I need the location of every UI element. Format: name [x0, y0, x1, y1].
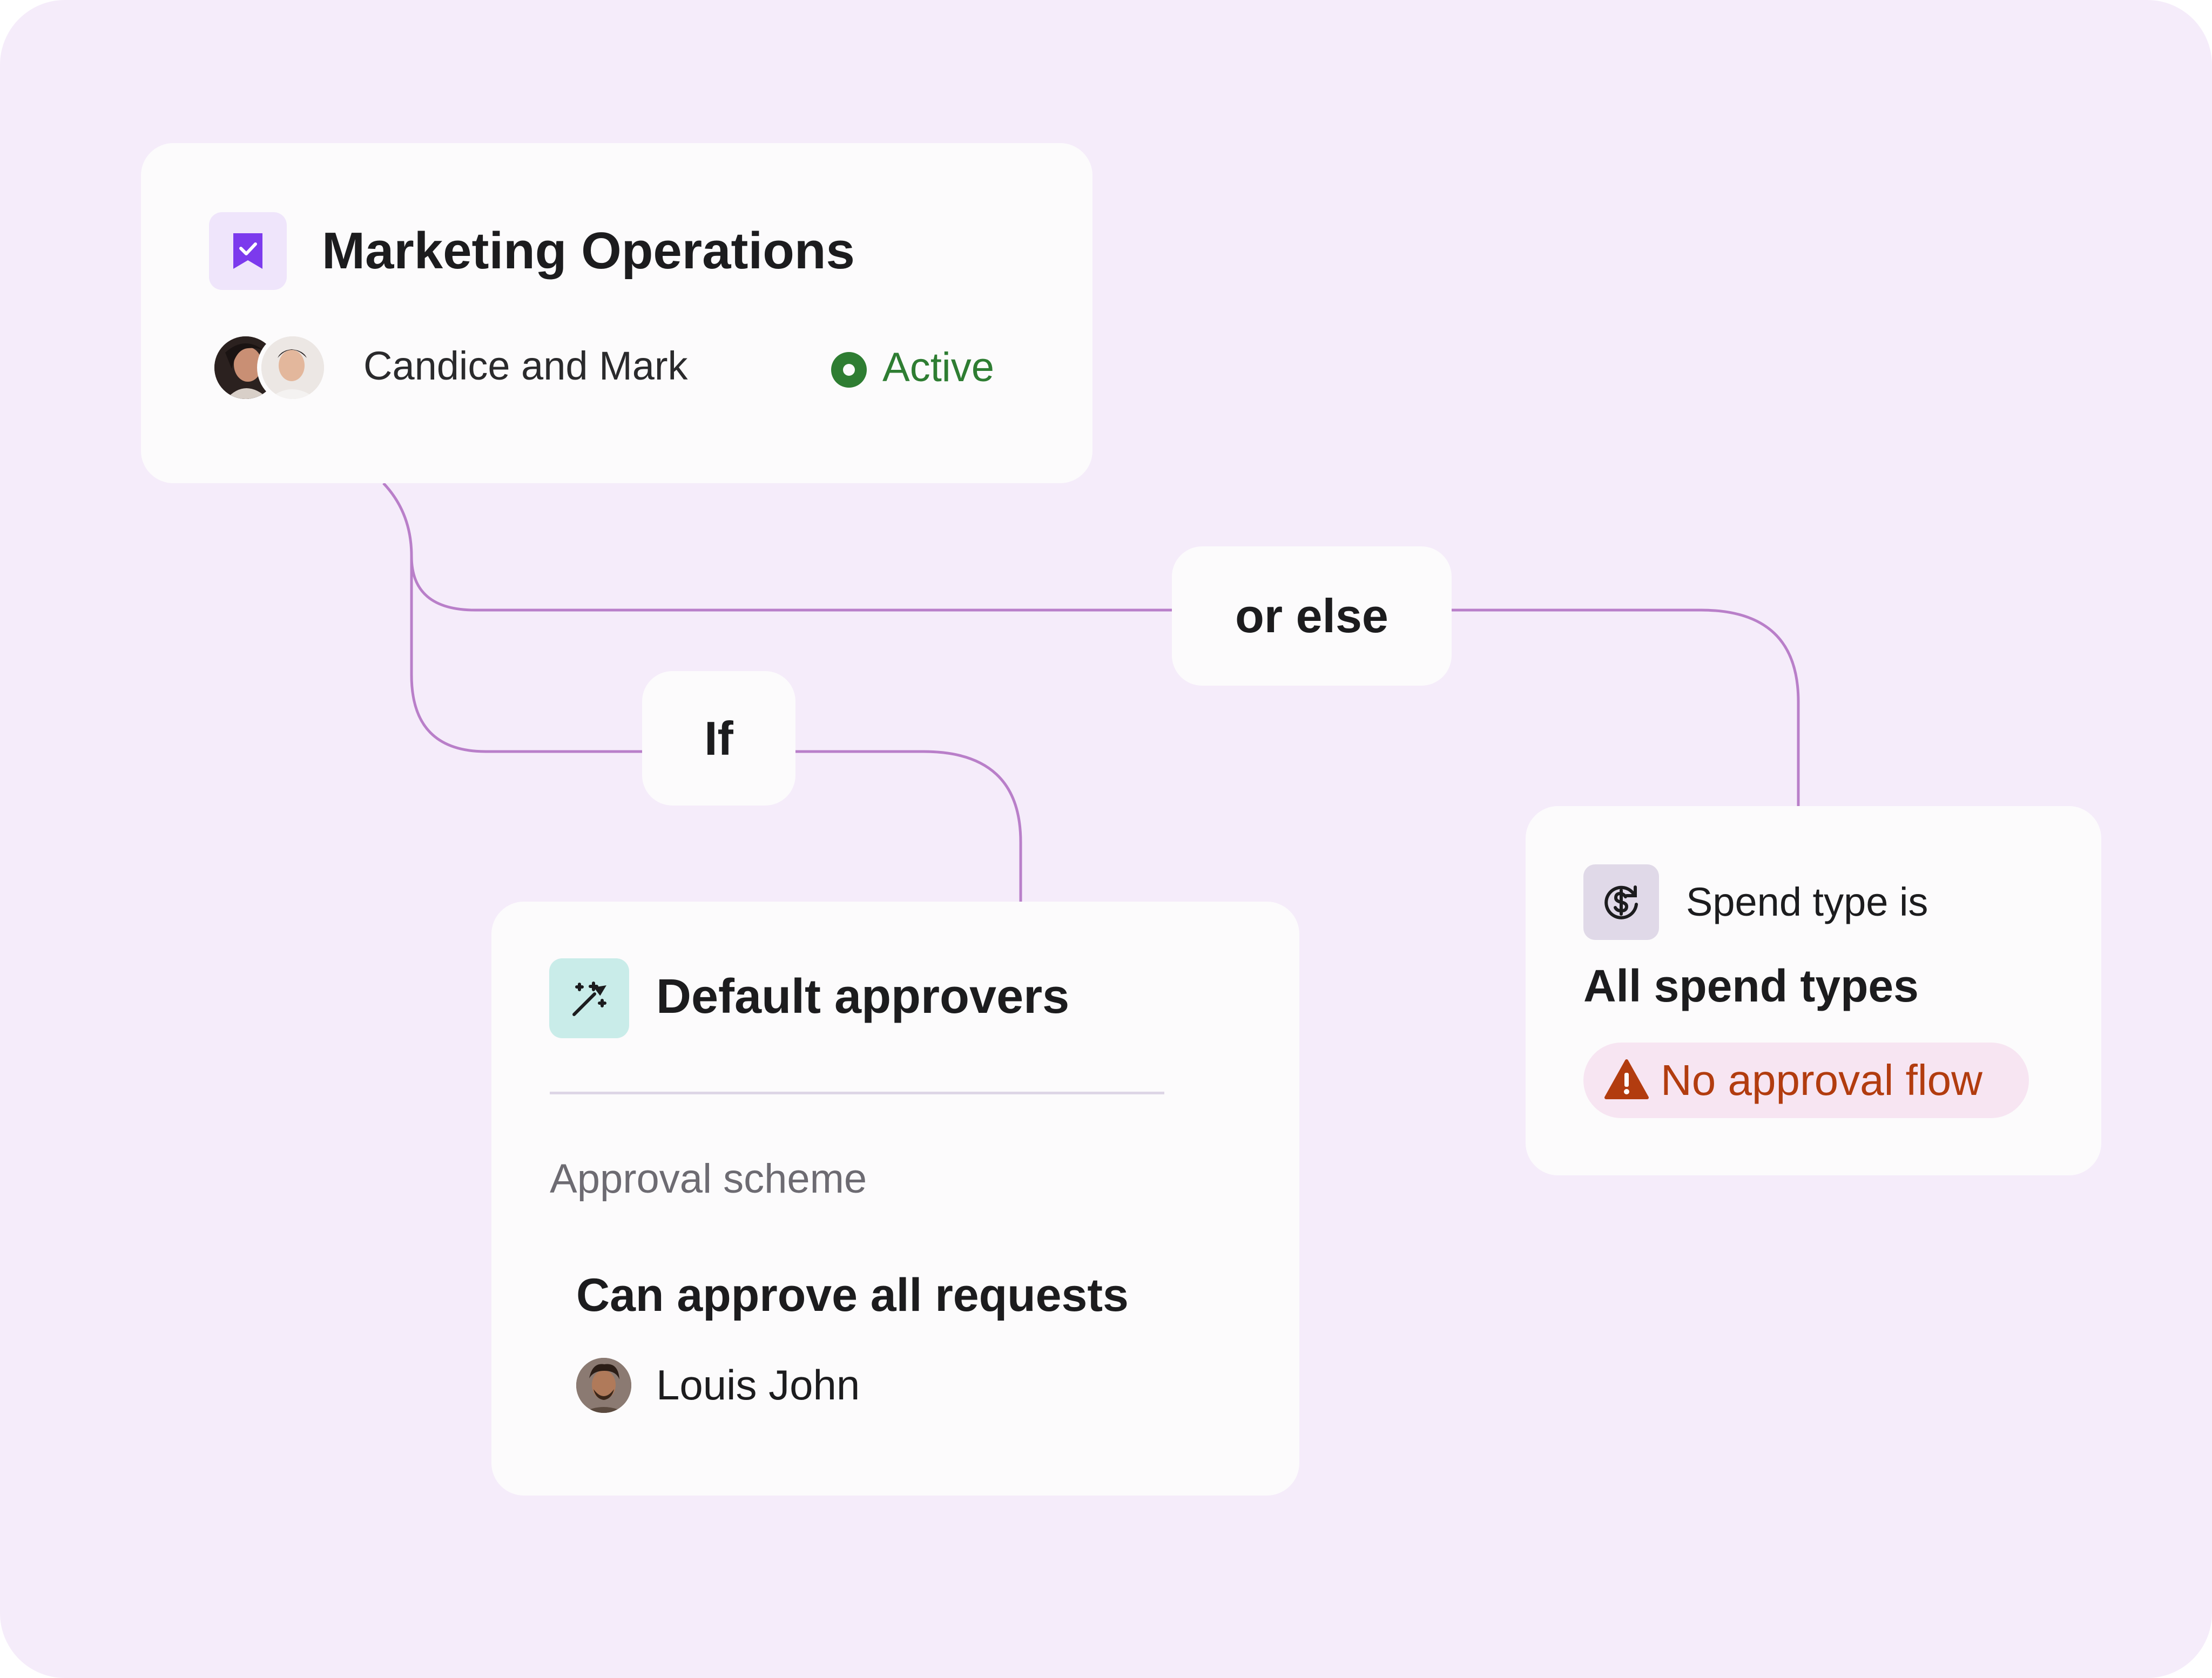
group-owners: Candice and Mark — [363, 343, 688, 388]
magic-wand-icon — [549, 958, 629, 1038]
group-card[interactable]: Marketing Operations Candice and Mark Ac… — [141, 143, 1092, 483]
status-active-icon — [831, 352, 867, 388]
default-approvers-card[interactable]: Default approvers Approval scheme Can ap… — [491, 902, 1299, 1496]
connector-trunk — [382, 482, 642, 753]
currency-exchange-icon — [1583, 864, 1659, 940]
warning-icon — [1604, 1058, 1649, 1103]
avatar — [576, 1358, 631, 1413]
if-branch-pill[interactable]: If — [642, 671, 795, 806]
connector-else — [410, 556, 1172, 612]
group-title: Marketing Operations — [322, 222, 855, 280]
approval-scheme-label: Approval scheme — [550, 1156, 867, 1202]
approver-name: Louis John — [656, 1361, 860, 1409]
avatar — [257, 332, 328, 403]
connector-if-to-default — [795, 750, 1022, 902]
spend-type-card[interactable]: Spend type is All spend types No approva… — [1526, 806, 2101, 1175]
bookmark-check-icon — [209, 212, 287, 290]
approval-scheme-value: Can approve all requests — [576, 1269, 1129, 1321]
connector-else-to-spend — [1452, 608, 1800, 806]
flow-canvas: Marketing Operations Candice and Mark Ac… — [0, 0, 2212, 1678]
warning-label: No approval flow — [1661, 1056, 1982, 1104]
divider — [550, 1092, 1164, 1094]
status-badge: Active — [882, 344, 994, 390]
default-approvers-title: Default approvers — [656, 970, 1070, 1024]
warning-badge: No approval flow — [1583, 1043, 2029, 1118]
spend-type-label: Spend type is — [1686, 879, 1928, 924]
else-branch-pill[interactable]: or else — [1172, 546, 1452, 686]
spend-type-value: All spend types — [1583, 960, 1919, 1011]
